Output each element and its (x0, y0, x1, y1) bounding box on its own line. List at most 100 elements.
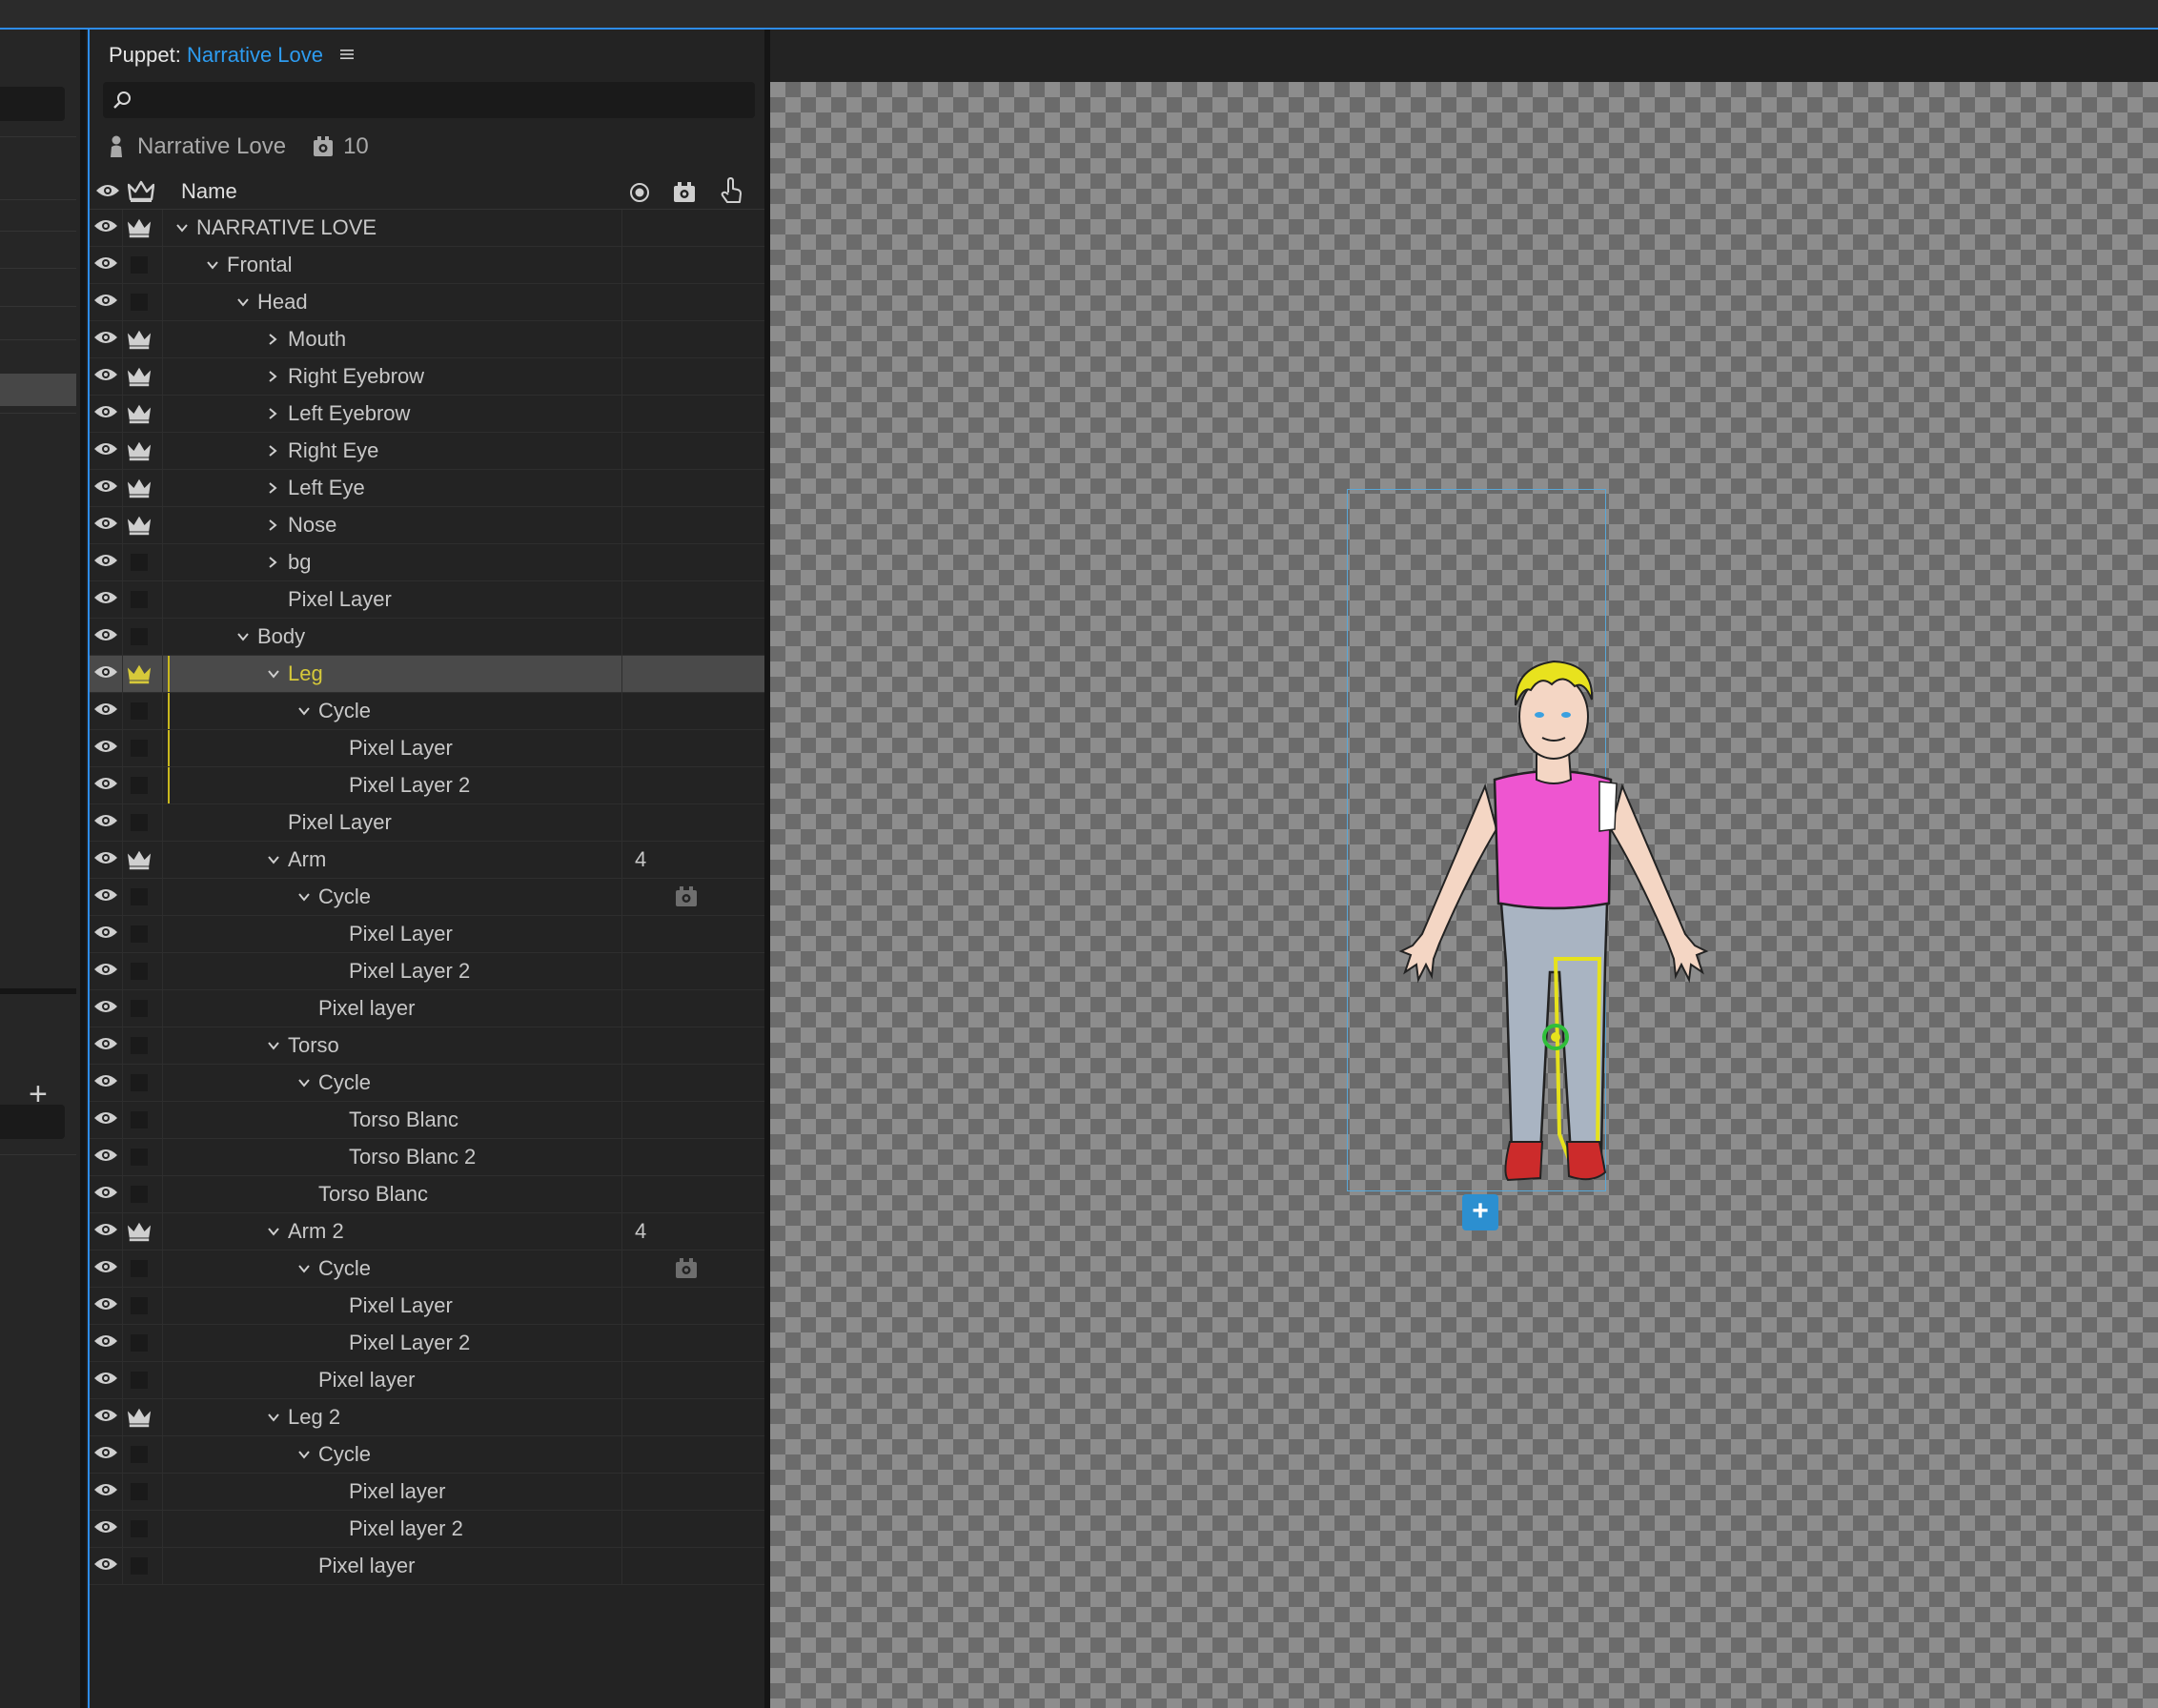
left-panel-field[interactable] (0, 87, 65, 121)
eye-icon[interactable] (95, 182, 120, 199)
chevron-down-icon[interactable] (297, 1076, 310, 1088)
hamburger-menu-icon[interactable] (339, 43, 355, 68)
crown-toggle[interactable] (131, 1446, 148, 1463)
crown-toggle[interactable] (131, 1297, 148, 1314)
layer-row[interactable]: Cycle (90, 1436, 766, 1474)
eye-icon[interactable] (93, 998, 118, 1020)
chevron-down-icon[interactable] (236, 295, 249, 307)
chevron-down-icon[interactable] (206, 258, 218, 270)
crown-toggle[interactable] (131, 1000, 148, 1017)
crown-toggle[interactable] (131, 1260, 148, 1277)
layer-row[interactable]: Pixel Layer (90, 804, 766, 842)
eye-icon[interactable] (93, 886, 118, 908)
eye-icon[interactable] (93, 1221, 118, 1243)
chevron-down-icon[interactable] (297, 704, 310, 716)
eye-icon[interactable] (93, 1258, 118, 1280)
eye-icon[interactable] (93, 254, 118, 276)
layer-row[interactable]: Frontal (90, 247, 766, 284)
crown-icon[interactable] (127, 848, 152, 876)
layer-row[interactable]: Torso Blanc (90, 1176, 766, 1213)
crown-toggle[interactable] (131, 925, 148, 943)
eye-icon[interactable] (93, 1184, 118, 1206)
eye-icon[interactable] (93, 1444, 118, 1466)
eye-icon[interactable] (93, 701, 118, 722)
eye-icon[interactable] (93, 1556, 118, 1577)
crown-toggle[interactable] (131, 740, 148, 757)
chevron-right-icon[interactable] (267, 370, 278, 382)
crown-toggle[interactable] (131, 963, 148, 980)
name-column-header[interactable]: Name (181, 179, 237, 204)
chevron-right-icon[interactable] (267, 407, 278, 419)
crown-toggle[interactable] (131, 814, 148, 831)
crown-toggle[interactable] (131, 1520, 148, 1537)
layer-row[interactable]: Pixel Layer (90, 1288, 766, 1325)
layer-row[interactable]: Torso Blanc 2 (90, 1139, 766, 1176)
crown-toggle[interactable] (131, 256, 148, 274)
chevron-right-icon[interactable] (267, 518, 278, 531)
eye-icon[interactable] (93, 589, 118, 611)
layer-row[interactable]: Pixel layer (90, 1362, 766, 1399)
eye-icon[interactable] (93, 1370, 118, 1392)
crown-toggle[interactable] (131, 1074, 148, 1091)
crown-icon[interactable] (127, 328, 152, 356)
layer-row[interactable]: bg (90, 544, 766, 581)
layer-row[interactable]: Pixel Layer 2 (90, 953, 766, 990)
eye-icon[interactable] (93, 440, 118, 462)
crown-toggle[interactable] (131, 554, 148, 571)
crown-toggle[interactable] (131, 702, 148, 720)
eye-icon[interactable] (93, 1147, 118, 1169)
layer-row[interactable]: Left Eye (90, 470, 766, 507)
crown-toggle[interactable] (131, 591, 148, 608)
add-handle-button[interactable]: + (1462, 1194, 1498, 1230)
hand-touch-icon[interactable] (719, 176, 743, 205)
crown-toggle[interactable] (131, 1111, 148, 1128)
eye-icon[interactable] (93, 1295, 118, 1317)
eye-icon[interactable] (93, 849, 118, 871)
eye-icon[interactable] (93, 924, 118, 946)
layer-row[interactable]: Pixel layer (90, 1474, 766, 1511)
layer-row[interactable]: Pixel Layer (90, 581, 766, 619)
layer-row[interactable]: Right Eyebrow (90, 358, 766, 396)
eye-icon[interactable] (93, 1332, 118, 1354)
eye-icon[interactable] (93, 217, 118, 239)
chevron-right-icon[interactable] (267, 333, 278, 345)
crown-toggle[interactable] (131, 1149, 148, 1166)
layer-row[interactable]: Torso Blanc (90, 1102, 766, 1139)
record-icon[interactable] (629, 182, 650, 203)
chevron-down-icon[interactable] (297, 1448, 310, 1459)
left-panel-selected-row[interactable] (0, 374, 76, 406)
eye-icon[interactable] (93, 1481, 118, 1503)
cycle-layers-icon[interactable] (675, 1258, 698, 1284)
layer-row[interactable]: Pixel layer (90, 1548, 766, 1585)
crown-icon[interactable] (127, 514, 152, 541)
layer-row[interactable]: Cycle (90, 879, 766, 916)
eye-icon[interactable] (93, 403, 118, 425)
eye-icon[interactable] (93, 663, 118, 685)
eye-icon[interactable] (93, 478, 118, 499)
crown-icon[interactable] (127, 365, 152, 393)
layer-row[interactable]: Pixel layer (90, 990, 766, 1027)
chevron-down-icon[interactable] (267, 1411, 279, 1422)
eye-icon[interactable] (93, 812, 118, 834)
chevron-down-icon[interactable] (267, 1039, 279, 1050)
eye-icon[interactable] (93, 1407, 118, 1429)
crown-icon[interactable] (127, 662, 152, 690)
chevron-down-icon[interactable] (267, 1225, 279, 1236)
layer-row[interactable]: Pixel Layer (90, 916, 766, 953)
crown-toggle[interactable] (131, 628, 148, 645)
crown-toggle[interactable] (131, 1557, 148, 1575)
layer-row[interactable]: Pixel Layer 2 (90, 1325, 766, 1362)
eye-icon[interactable] (93, 515, 118, 537)
layer-row[interactable]: Arm 4 (90, 842, 766, 879)
layer-row[interactable]: NARRATIVE LOVE (90, 210, 766, 247)
layer-row[interactable]: Cycle (90, 1065, 766, 1102)
chevron-down-icon[interactable] (175, 221, 188, 233)
chevron-down-icon[interactable] (236, 630, 249, 641)
crown-icon[interactable] (127, 1406, 152, 1434)
crown-toggle[interactable] (131, 1334, 148, 1352)
eye-icon[interactable] (93, 366, 118, 388)
layer-row[interactable]: Pixel Layer (90, 730, 766, 767)
eye-icon[interactable] (93, 329, 118, 351)
layer-row[interactable]: Right Eye (90, 433, 766, 470)
crown-toggle[interactable] (131, 1372, 148, 1389)
